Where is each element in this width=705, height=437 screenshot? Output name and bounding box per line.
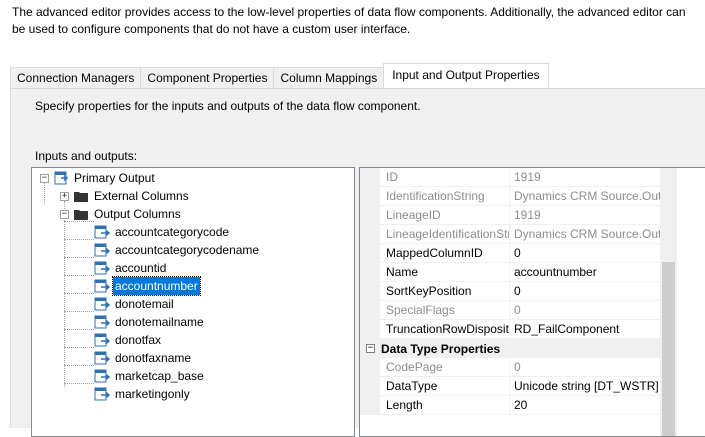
property-grid-scrollbar[interactable]: [660, 168, 677, 436]
tree-node-primary-output[interactable]: − Primary Output: [40, 169, 157, 187]
property-value: 0: [510, 358, 660, 377]
column-label: accountcategorycode: [115, 225, 230, 239]
tab-panel: Specify properties for the inputs and ou…: [10, 88, 705, 437]
property-value: 0: [510, 301, 660, 320]
folder-icon: [73, 207, 89, 221]
tree-node-external-columns[interactable]: + External Columns: [60, 187, 191, 205]
column-label: accountid: [115, 261, 167, 275]
property-name: TruncationRowDispositi: [380, 320, 510, 339]
property-row-id[interactable]: ID 1919: [360, 168, 660, 187]
tree-column-donotemail[interactable]: donotemail: [94, 295, 176, 313]
tree-column-accountnumber[interactable]: accountnumber: [94, 276, 201, 296]
tree-column-marketcap-base[interactable]: marketcap_base: [94, 367, 206, 385]
scrollbar-thumb[interactable]: [662, 262, 675, 436]
tree-node-label: Primary Output: [74, 171, 155, 185]
property-grid[interactable]: ID 1919 IdentificationString Dynamics CR…: [359, 167, 705, 437]
property-row-codepage[interactable]: CodePage 0: [360, 358, 660, 377]
property-name: SpecialFlags: [380, 301, 510, 320]
property-value[interactable]: RD_FailComponent: [510, 320, 660, 339]
property-name: CodePage: [380, 358, 510, 377]
tab-input-output-properties[interactable]: Input and Output Properties: [383, 63, 549, 88]
property-name: ID: [380, 168, 510, 187]
tab-connection-managers[interactable]: Connection Managers: [10, 67, 142, 88]
property-row-mappedcolumnid[interactable]: MappedColumnID 0: [360, 244, 660, 263]
property-row-truncationrowdisposition[interactable]: TruncationRowDispositi RD_FailComponent: [360, 320, 660, 339]
column-label: accountcategorycodename: [115, 243, 260, 257]
property-row-lineageidentificationstring[interactable]: LineageIdentificationStr Dynamics CRM So…: [360, 225, 660, 244]
property-value[interactable]: accountnumber: [510, 263, 660, 282]
tree-column-donotemailname[interactable]: donotemailname: [94, 313, 206, 331]
property-row-sortkeyposition[interactable]: SortKeyPosition 0: [360, 282, 660, 301]
column-label: donotfaxname: [115, 351, 192, 365]
column-icon: [94, 333, 110, 347]
property-row-datatype[interactable]: DataType Unicode string [DT_WSTR]: [360, 377, 660, 396]
editor-description: The advanced editor provides access to t…: [12, 5, 686, 36]
property-name: Length: [380, 396, 510, 415]
collapse-toggle[interactable]: −: [60, 209, 69, 219]
instruction-text: Specify properties for the inputs and ou…: [35, 99, 421, 113]
property-value: Dynamics CRM Source.Outp: [510, 187, 660, 206]
property-row-length[interactable]: Length 20: [360, 396, 660, 415]
column-label: donotemail: [115, 297, 174, 311]
expand-toggle[interactable]: +: [60, 191, 69, 201]
tree-column-accountcategorycode[interactable]: accountcategorycode: [94, 223, 231, 241]
column-icon: [94, 225, 110, 239]
property-row-lineageid[interactable]: LineageID 1919: [360, 206, 660, 225]
column-icon: [94, 369, 110, 383]
column-icon: [94, 261, 110, 275]
property-name: DataType: [380, 377, 510, 396]
column-label: marketingonly: [115, 387, 190, 401]
column-label: marketcap_base: [115, 369, 204, 383]
property-value[interactable]: Unicode string [DT_WSTR]: [510, 377, 660, 396]
property-row-specialflags[interactable]: SpecialFlags 0: [360, 301, 660, 320]
tree-column-accountid[interactable]: accountid: [94, 259, 168, 277]
property-value: Dynamics CRM Source.Outp: [510, 225, 660, 244]
column-label-selected: accountnumber: [112, 276, 201, 296]
tab-component-properties[interactable]: Component Properties: [140, 67, 275, 88]
property-value: 1919: [510, 168, 660, 187]
property-row-identificationstring[interactable]: IdentificationString Dynamics CRM Source…: [360, 187, 660, 206]
property-value: 1919: [510, 206, 660, 225]
property-row-name[interactable]: Name accountnumber: [360, 263, 660, 282]
inputs-outputs-label: Inputs and outputs:: [35, 149, 138, 163]
property-name: MappedColumnID: [380, 244, 510, 263]
column-icon: [94, 243, 110, 257]
column-icon: [94, 297, 110, 311]
property-name: IdentificationString: [380, 187, 510, 206]
tab-column-mappings[interactable]: Column Mappings: [273, 67, 385, 88]
tree-node-output-columns[interactable]: − Output Columns: [60, 205, 183, 223]
property-name: LineageID: [380, 206, 510, 225]
inputs-outputs-tree[interactable]: − Primary Output + External Columns − Ou…: [31, 167, 355, 437]
property-value[interactable]: 0: [510, 282, 660, 301]
collapse-toggle[interactable]: −: [366, 344, 375, 353]
property-value[interactable]: 0: [510, 244, 660, 263]
column-label: donotfax: [115, 333, 162, 347]
column-label: donotemailname: [115, 315, 204, 329]
tree-column-donotfax[interactable]: donotfax: [94, 331, 163, 349]
column-icon: [94, 279, 110, 293]
property-name: Name: [380, 263, 510, 282]
column-icon: [94, 351, 110, 365]
tree-column-donotfaxname[interactable]: donotfaxname: [94, 349, 193, 367]
output-icon: [53, 171, 69, 185]
tree-column-accountcategorycodename[interactable]: accountcategorycodename: [94, 241, 261, 259]
folder-icon: [73, 189, 89, 203]
collapse-toggle[interactable]: −: [40, 173, 49, 183]
tree-node-label: Output Columns: [94, 207, 181, 221]
property-name: SortKeyPosition: [380, 282, 510, 301]
property-name: LineageIdentificationStr: [380, 225, 510, 244]
tree-column-marketingonly[interactable]: marketingonly: [94, 385, 192, 403]
tree-node-label: External Columns: [94, 189, 189, 203]
column-icon: [94, 315, 110, 329]
property-value[interactable]: 20: [510, 396, 660, 415]
category-label: Data Type Properties: [381, 341, 501, 356]
tab-strip: Connection Managers Component Properties…: [10, 63, 549, 88]
property-category-data-type[interactable]: − Data Type Properties: [360, 339, 660, 358]
column-icon: [94, 387, 110, 401]
